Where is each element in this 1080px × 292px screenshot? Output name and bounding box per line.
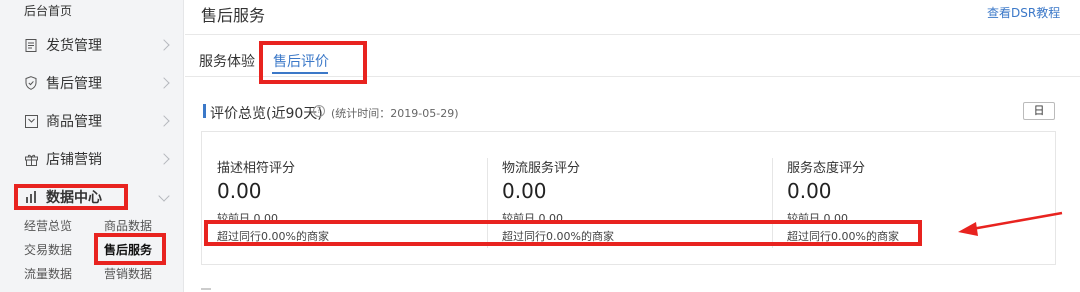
metric-compare: 较前日 0.00 <box>787 212 848 225</box>
metrics-card: 描述相符评分 0.00 较前日 0.00 超过同行0.00%的商家 物流服务评分… <box>201 131 1056 265</box>
submenu-item-aftersale-service[interactable]: 售后服务 <box>104 241 152 258</box>
metric-divider <box>772 158 773 248</box>
sidebar-item-products[interactable]: 商品管理 <box>0 102 184 140</box>
metric-divider <box>487 158 488 248</box>
active-tab-indicator <box>272 72 328 74</box>
metric-description-match: 描述相符评分 0.00 较前日 0.00 超过同行0.00%的商家 <box>202 132 482 266</box>
gift-icon <box>24 152 38 166</box>
page-title: 售后服务 <box>201 6 266 25</box>
metric-exceed: 超过同行0.00%的商家 <box>502 230 614 243</box>
chevron-right-icon <box>158 77 170 89</box>
submenu-item-product-data[interactable]: 商品数据 <box>104 217 152 234</box>
sidebar-item-label: 发货管理 <box>46 38 102 54</box>
chevron-down-icon <box>158 190 170 202</box>
metric-exceed: 超过同行0.00%的商家 <box>217 230 329 243</box>
dsr-tutorial-link[interactable]: 查看DSR教程 <box>987 4 1060 21</box>
sidebar-item-label: 店铺营销 <box>46 152 102 168</box>
sidebar-item-label: 售后管理 <box>46 76 102 92</box>
metric-name: 服务态度评分 <box>787 161 866 176</box>
metric-logistics-service: 物流服务评分 0.00 较前日 0.00 超过同行0.00%的商家 <box>487 132 767 266</box>
tabs-divider <box>185 76 1080 77</box>
document-icon <box>24 38 38 52</box>
sidebar-home-link[interactable]: 后台首页 <box>24 2 72 19</box>
submenu-item-traffic-data[interactable]: 流量数据 <box>24 265 72 282</box>
chevron-right-icon <box>158 153 170 165</box>
sidebar-item-label: 数据中心 <box>46 190 102 206</box>
metric-compare: 较前日 0.00 <box>502 212 563 225</box>
section-title: 评价总览(近90天) <box>210 106 323 122</box>
submenu-item-marketing-data[interactable]: 营销数据 <box>104 265 152 282</box>
submenu-item-transaction-data[interactable]: 交易数据 <box>24 241 72 258</box>
tab-service-experience[interactable]: 服务体验 <box>199 51 255 71</box>
sidebar-item-aftersale[interactable]: 售后管理 <box>0 64 184 102</box>
header-divider <box>185 34 1080 35</box>
product-icon <box>24 114 38 128</box>
sidebar: 后台首页 发货管理 售后管理 商品管理 店铺营销 数据中心 经营总览 商品数据 … <box>0 0 184 292</box>
metric-exceed: 超过同行0.00%的商家 <box>787 230 899 243</box>
section-marker <box>203 104 206 118</box>
metric-value: 0.00 <box>217 179 262 203</box>
stat-time: (统计时间：2019-05-29) <box>331 107 459 120</box>
sidebar-item-data-center[interactable]: 数据中心 <box>0 178 184 216</box>
main-content: 售后服务 查看DSR教程 服务体验 售后评价 评价总览(近90天) ? (统计时… <box>185 0 1080 292</box>
bar-chart-icon <box>24 190 38 204</box>
help-icon[interactable]: ? <box>313 105 325 117</box>
metric-value: 0.00 <box>787 179 832 203</box>
tab-aftersale-review[interactable]: 售后评价 <box>273 51 329 71</box>
metric-service-attitude: 服务态度评分 0.00 较前日 0.00 超过同行0.00%的商家 <box>772 132 1052 266</box>
section-marker-next <box>201 288 211 290</box>
chevron-right-icon <box>158 39 170 51</box>
annotation-arrow-icon <box>958 211 1063 236</box>
chevron-right-icon <box>158 115 170 127</box>
metric-name: 描述相符评分 <box>217 161 296 176</box>
sidebar-item-label: 商品管理 <box>46 114 102 130</box>
period-day-button[interactable]: 日 <box>1023 102 1055 120</box>
shield-icon <box>24 76 38 90</box>
metric-name: 物流服务评分 <box>502 161 581 176</box>
sidebar-item-marketing[interactable]: 店铺营销 <box>0 140 184 178</box>
metric-compare: 较前日 0.00 <box>217 212 278 225</box>
sidebar-item-shipping[interactable]: 发货管理 <box>0 26 184 64</box>
submenu-item-overview[interactable]: 经营总览 <box>24 217 72 234</box>
metric-value: 0.00 <box>502 179 547 203</box>
